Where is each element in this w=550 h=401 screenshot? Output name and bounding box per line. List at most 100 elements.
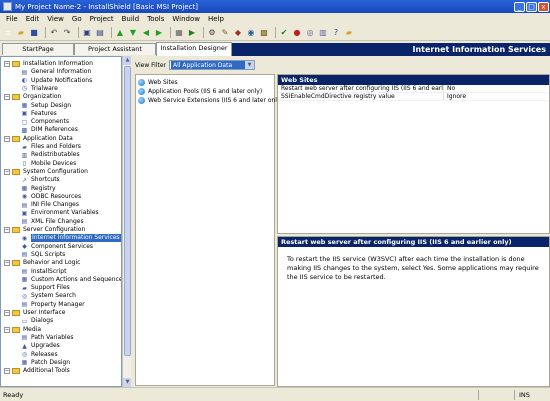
tree-item[interactable]: ◷ Trialware xyxy=(21,85,58,93)
folder-icon[interactable]: ▰ xyxy=(344,28,354,38)
panel-icon[interactable]: ▤ xyxy=(95,28,105,38)
package-icon[interactable]: ▩ xyxy=(259,28,269,38)
collapse-icon[interactable]: − xyxy=(4,135,10,142)
tree-group[interactable]: − Server Configuration xyxy=(4,226,85,234)
menu-edit[interactable]: Edit xyxy=(22,15,44,23)
tree-item[interactable]: ◉ Internet Information Services xyxy=(21,234,121,243)
up-arrow-icon[interactable]: ▲ xyxy=(115,28,125,38)
tree-item[interactable]: ▦ Setup Design xyxy=(21,102,71,110)
tree-item[interactable]: ▩ DIM References xyxy=(21,126,78,134)
tab-startpage[interactable]: StartPage xyxy=(2,43,74,55)
undo-icon[interactable]: ↶ xyxy=(49,28,59,38)
tree-group[interactable]: − Application Data xyxy=(4,135,73,143)
stop-icon[interactable]: ● xyxy=(292,28,302,38)
compile-icon[interactable]: ◆ xyxy=(233,28,243,38)
tree-item[interactable]: ▤ Path Variables xyxy=(21,334,74,342)
tree-item[interactable]: ▰ Support Files xyxy=(21,284,70,292)
deploy-icon[interactable]: ◉ xyxy=(246,28,256,38)
tree-item[interactable]: ▤ SQL Scripts xyxy=(21,251,66,259)
close-button[interactable]: x xyxy=(538,1,549,12)
tree-item[interactable]: ▯ Mobile Devices xyxy=(21,160,76,168)
view-icon[interactable]: ▣ xyxy=(82,28,92,38)
view-filter-select[interactable]: All Application Data ▼ xyxy=(169,60,256,70)
menu-file[interactable]: File xyxy=(2,15,22,23)
save-icon[interactable]: ■ xyxy=(29,28,39,38)
down-arrow-icon[interactable]: ▼ xyxy=(128,28,138,38)
maximize-button[interactable]: □ xyxy=(526,1,537,12)
menu-help[interactable]: Help xyxy=(204,15,228,23)
new-icon[interactable]: ▫ xyxy=(3,28,13,38)
collapse-icon[interactable]: − xyxy=(4,94,10,101)
menu-build[interactable]: Build xyxy=(118,15,144,23)
tree-scrollbar[interactable]: ▲ ▼ xyxy=(122,56,132,387)
tree-item[interactable]: ◆ Component Services xyxy=(21,243,93,251)
settings-icon[interactable]: ⚙ xyxy=(207,28,217,38)
forward-arrow-icon[interactable]: ▶ xyxy=(154,28,164,38)
view-list[interactable]: Web Sites Application Pools (IIS 6 and la… xyxy=(135,74,283,386)
collapse-icon[interactable]: − xyxy=(4,310,10,316)
tree-group[interactable]: − Behavior and Logic xyxy=(4,259,80,267)
view-list-item[interactable]: Web Service Extensions (IIS 6 and later … xyxy=(138,96,283,105)
view-list-item[interactable]: Application Pools (IIS 6 and later only) xyxy=(138,87,262,96)
tree-item[interactable]: ◐ Update Notifications xyxy=(21,77,92,85)
menu-window[interactable]: Window xyxy=(168,15,204,23)
tree-item[interactable]: ▤ General Information xyxy=(21,68,92,76)
menu-go[interactable]: Go xyxy=(68,15,86,23)
property-row[interactable]: SSIEnableCmdDirective registry value Ign… xyxy=(278,93,549,101)
tree-item[interactable]: ▤ Property Manager xyxy=(21,301,85,309)
tree-item[interactable]: ◎ System Search xyxy=(21,292,76,300)
tree-group[interactable]: − Additional Tools xyxy=(4,367,70,375)
tree-item[interactable]: ◉ ODBC Resources xyxy=(21,193,81,201)
property-row[interactable]: Restart web server after configuring IIS… xyxy=(278,85,549,93)
tree-item[interactable]: ▦ Custom Actions and Sequences xyxy=(21,276,121,284)
tree-group[interactable]: − Installation Information xyxy=(4,60,93,68)
tool-icon[interactable]: ✎ xyxy=(220,28,230,38)
redo-icon[interactable]: ↷ xyxy=(62,28,72,38)
properties-grid[interactable]: Web Sites Restart web server after confi… xyxy=(277,74,550,234)
menu-project[interactable]: Project xyxy=(86,15,118,23)
run-icon[interactable]: ▶ xyxy=(187,28,197,38)
cd-icon[interactable]: ◎ xyxy=(305,28,315,38)
tree-item[interactable]: ▤ XML File Changes xyxy=(21,218,84,226)
tree-item[interactable]: ▦ Patch Design xyxy=(21,359,70,367)
tree-item[interactable]: ▣ Features xyxy=(21,110,57,118)
menu-view[interactable]: View xyxy=(43,15,68,23)
tree-item[interactable]: ▭ Dialogs xyxy=(21,317,54,325)
tree-item[interactable]: ↗ Shortcuts xyxy=(21,176,60,184)
collapse-icon[interactable]: − xyxy=(4,168,10,175)
view-list-item[interactable]: Web Sites xyxy=(138,78,178,87)
media-icon[interactable]: ▥ xyxy=(318,28,328,38)
tree-item[interactable]: ▲ Upgrades xyxy=(21,342,60,350)
property-value[interactable]: No xyxy=(444,85,455,92)
collapse-icon[interactable]: − xyxy=(4,326,10,333)
scroll-thumb[interactable] xyxy=(124,66,131,356)
tree-group[interactable]: − Organization xyxy=(4,93,61,101)
tree-item[interactable]: ▤ INI File Changes xyxy=(21,201,79,209)
collapse-icon[interactable]: − xyxy=(4,368,10,375)
tree-item[interactable]: ▤ InstallScript xyxy=(21,268,67,276)
collapse-icon[interactable]: − xyxy=(4,260,10,267)
open-icon[interactable]: ▰ xyxy=(16,28,26,38)
tree-item[interactable]: ▦ Registry xyxy=(21,185,56,193)
minimize-button[interactable]: _ xyxy=(514,1,525,12)
tree-group[interactable]: − User Interface xyxy=(4,309,65,317)
check-icon[interactable]: ✔ xyxy=(279,28,289,38)
tree-item[interactable]: ▣ Environment Variables xyxy=(21,209,99,217)
tree-item[interactable]: ▢ Components xyxy=(21,118,69,126)
help-icon[interactable]: ? xyxy=(331,28,341,38)
tree-group[interactable]: − System Configuration xyxy=(4,168,88,176)
build-icon[interactable]: ▦ xyxy=(174,28,184,38)
tree-group[interactable]: − Media xyxy=(4,326,41,334)
property-value[interactable]: Ignore xyxy=(444,93,466,100)
chevron-down-icon[interactable]: ▼ xyxy=(245,61,255,69)
designer-tree[interactable]: − Installation Information ▤ General Inform… xyxy=(0,56,122,387)
collapse-icon[interactable]: − xyxy=(4,61,10,67)
title-bar[interactable]: My Project Name-2 - InstallShield [Basic… xyxy=(0,0,550,13)
collapse-icon[interactable]: − xyxy=(4,227,10,233)
tab-project-assistant[interactable]: Project Assistant xyxy=(74,43,156,55)
back-arrow-icon[interactable]: ◀ xyxy=(141,28,151,38)
tree-item[interactable]: ◎ Releases xyxy=(21,351,58,359)
tree-item[interactable]: ▰ Files and Folders xyxy=(21,143,81,151)
tab-installation-designer[interactable]: Installation Designer xyxy=(156,42,232,56)
menu-tools[interactable]: Tools xyxy=(143,15,168,23)
